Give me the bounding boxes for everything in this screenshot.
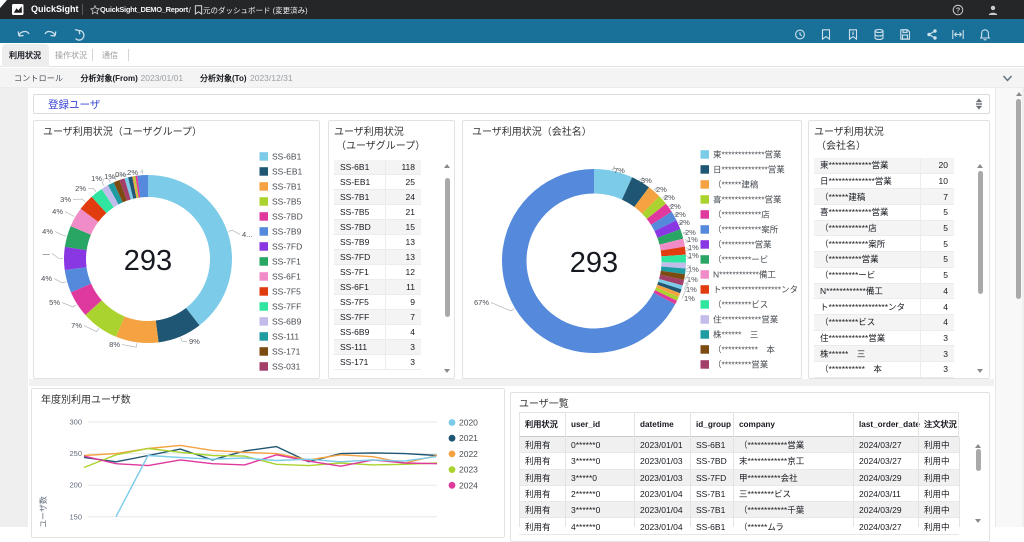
svg-text:SS-171: SS-171	[272, 347, 301, 357]
svg-text:150: 150	[69, 512, 82, 521]
svg-text:7%: 7%	[614, 166, 625, 175]
svg-text:（*********ビス: （*********ビス	[713, 300, 768, 310]
svg-text:3%: 3%	[60, 195, 71, 204]
svg-text:9%: 9%	[189, 337, 200, 346]
svg-text:（*********ービ: （*********ービ	[713, 255, 768, 265]
svg-text:4%: 4%	[41, 274, 52, 283]
svg-text:4%: 4%	[52, 207, 63, 216]
svg-text:1%: 1%	[686, 285, 697, 294]
svg-text:喜*************営業: 喜*************営業	[713, 195, 782, 205]
svg-text:N************備工: N************備工	[713, 270, 776, 280]
svg-text:株****** 三: 株****** 三	[713, 330, 758, 340]
svg-text:1%: 1%	[91, 174, 102, 183]
svg-text:（*********営業: （*********営業	[713, 360, 769, 370]
svg-text:SS-7F5: SS-7F5	[272, 287, 301, 297]
svg-text:SS-7B9: SS-7B9	[272, 227, 302, 237]
svg-text:2023: 2023	[459, 465, 478, 475]
svg-text:SS-6F1: SS-6F1	[272, 272, 301, 282]
svg-text:（ユーザグループ）: （ユーザグループ）	[336, 139, 425, 152]
svg-text:（************店: （************店	[713, 210, 770, 220]
svg-text:東*************営業: 東*************営業	[713, 150, 782, 160]
svg-text:—: —	[43, 249, 51, 258]
svg-text:0%: 0%	[115, 170, 126, 179]
svg-text:ト******************ンタ: ト******************ンタ	[713, 285, 798, 295]
svg-text:（**********営業: （**********営業	[713, 240, 772, 250]
svg-text:2%: 2%	[127, 168, 138, 177]
svg-text:ユーザ利用状況（会社名）: ユーザ利用状況（会社名）	[472, 125, 592, 138]
svg-text:SS-7B1: SS-7B1	[272, 182, 302, 192]
svg-text:ユーザ数: ユーザ数	[38, 496, 48, 527]
svg-text:293: 293	[124, 245, 172, 277]
svg-text:200: 200	[69, 481, 82, 490]
svg-text:SS-7FF: SS-7FF	[272, 302, 301, 312]
svg-text:1%: 1%	[104, 172, 115, 181]
svg-text:300: 300	[69, 418, 82, 427]
svg-text:2024: 2024	[459, 480, 478, 490]
svg-text:SS-6B9: SS-6B9	[272, 317, 302, 327]
svg-text:SS-111: SS-111	[272, 332, 299, 342]
svg-text:ユーザ利用状況: ユーザ利用状況	[334, 125, 404, 138]
svg-text:住************営業: 住************営業	[713, 315, 779, 325]
svg-text:67%: 67%	[474, 298, 489, 307]
svg-text:ユーザ利用状況（ユーザグループ）: ユーザ利用状況（ユーザグループ）	[43, 125, 202, 138]
svg-text:250: 250	[69, 449, 82, 458]
svg-text:（*********** 本: （*********** 本	[713, 345, 775, 355]
svg-text:（******建稿: （******建稿	[713, 180, 759, 190]
svg-text:2%: 2%	[679, 218, 690, 227]
svg-text:1%: 1%	[688, 251, 699, 260]
svg-text:日**************営業: 日**************営業	[713, 165, 785, 175]
svg-text:4...: 4...	[242, 230, 252, 239]
svg-text:2021: 2021	[459, 433, 478, 443]
svg-text:年度別利用ユーザ数: 年度別利用ユーザ数	[41, 393, 131, 406]
svg-text:SS-7FD: SS-7FD	[272, 242, 302, 252]
svg-text:8%: 8%	[109, 340, 120, 349]
svg-text:SS-7BD: SS-7BD	[272, 212, 303, 222]
svg-text:SS-EB1: SS-EB1	[272, 167, 303, 177]
svg-text:2022: 2022	[459, 449, 478, 459]
svg-text:ユーザ利用状況: ユーザ利用状況	[814, 125, 884, 138]
svg-text:2%: 2%	[664, 193, 675, 202]
svg-text:（************案所: （************案所	[713, 225, 779, 235]
svg-text:4%: 4%	[42, 227, 53, 236]
svg-text:5%: 5%	[49, 298, 60, 307]
svg-text:ユーザ一覧: ユーザ一覧	[519, 398, 569, 410]
svg-text:SS-7B5: SS-7B5	[272, 197, 302, 207]
svg-text:SS-031: SS-031	[272, 362, 301, 372]
svg-text:SS-6B1: SS-6B1	[272, 152, 302, 162]
svg-text:1%: 1%	[684, 294, 695, 303]
svg-text:2020: 2020	[459, 418, 478, 428]
svg-text:7%: 7%	[71, 321, 82, 330]
svg-text:3%: 3%	[641, 176, 652, 185]
svg-text:2%: 2%	[75, 184, 86, 193]
svg-text:（会社名）: （会社名）	[816, 139, 866, 152]
svg-text:SS-7F1: SS-7F1	[272, 257, 301, 267]
svg-text:293: 293	[570, 247, 618, 279]
